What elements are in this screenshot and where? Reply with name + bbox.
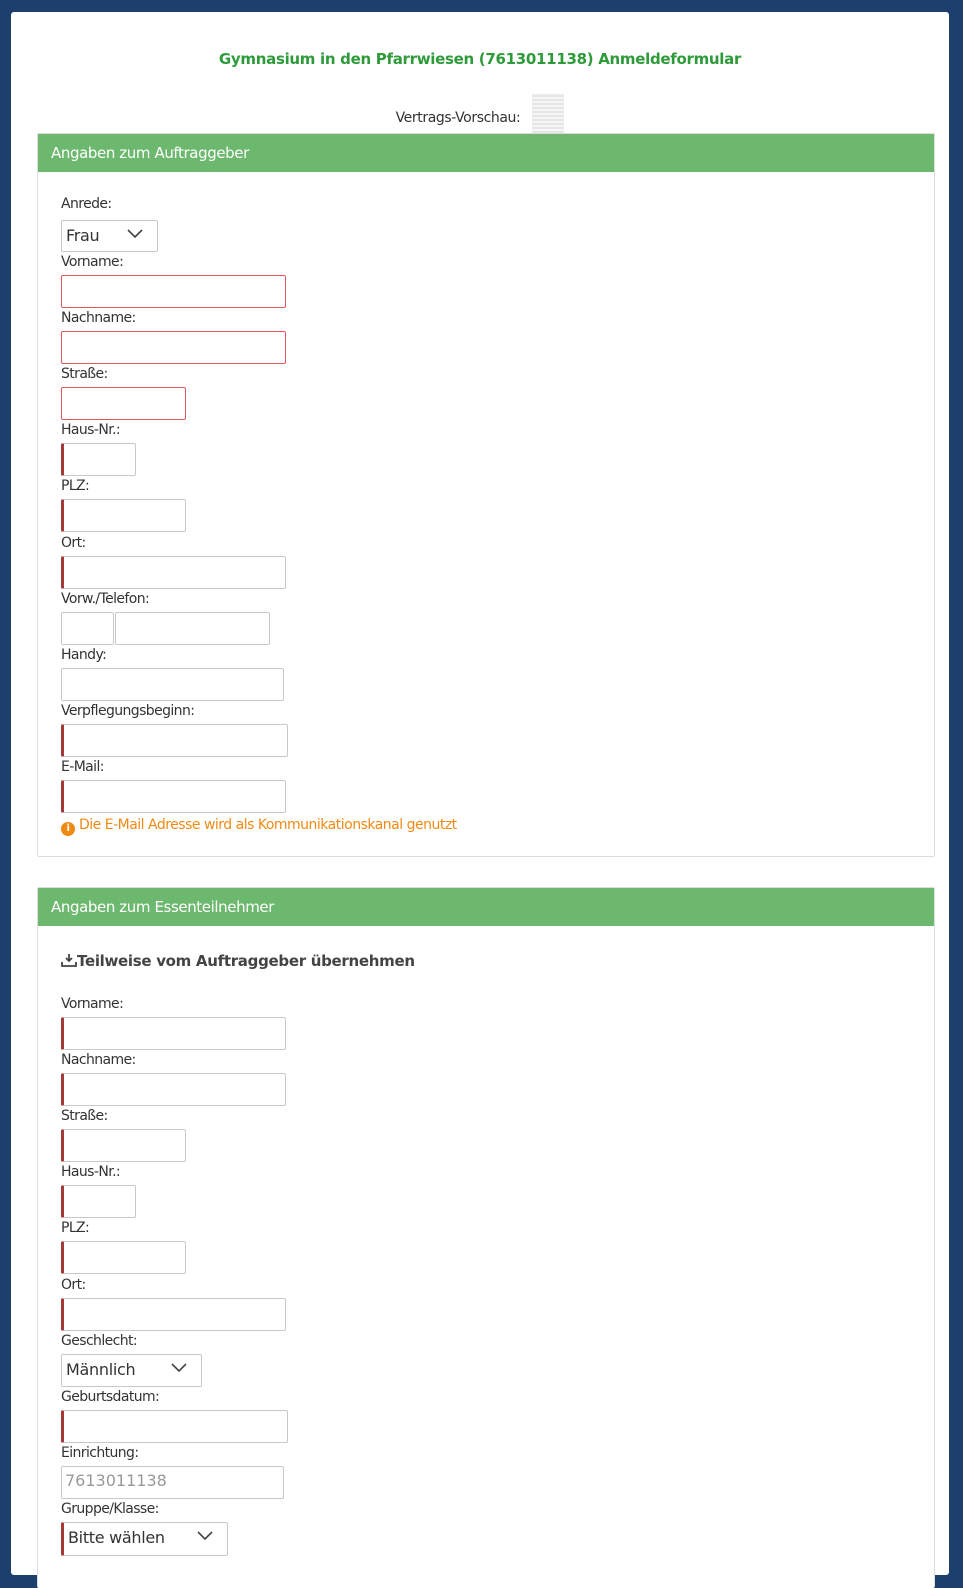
email-info-text: Die E-Mail Adresse wird als Kommunikatio… [79, 817, 457, 833]
document-thumbnail-icon[interactable] [532, 94, 565, 134]
hausnr-input[interactable] [61, 443, 136, 476]
chevron-down-icon [197, 1531, 213, 1541]
anrede-value: Frau [66, 226, 100, 245]
vorwahl-input[interactable] [61, 612, 114, 645]
vorname-label: Vorname: [61, 254, 124, 270]
email-label: E-Mail: [61, 759, 104, 775]
geschlecht-value: Männlich [66, 1360, 136, 1379]
einrichtung-label: Einrichtung: [61, 1445, 139, 1461]
telefon-label: Vorw./Telefon: [61, 591, 150, 607]
verpflegungsbeginn-input[interactable] [61, 724, 288, 757]
ort-input[interactable] [61, 556, 286, 589]
vorname-input[interactable] [61, 275, 286, 308]
p-strasse-label: Straße: [61, 1108, 108, 1124]
anrede-label: Anrede: [61, 196, 112, 212]
p-nachname-label: Nachname: [61, 1052, 136, 1068]
nachname-input[interactable] [61, 331, 286, 364]
plz-label: PLZ: [61, 478, 90, 494]
download-tray-icon [61, 954, 77, 967]
geschlecht-label: Geschlecht: [61, 1333, 138, 1349]
p-hausnr-input[interactable] [61, 1185, 136, 1218]
geburtsdatum-label: Geburtsdatum: [61, 1389, 160, 1405]
chevron-down-icon [127, 229, 143, 239]
p-nachname-input[interactable] [61, 1073, 286, 1106]
client-panel-heading: Angaben zum Auftraggeber [38, 134, 934, 172]
handy-label: Handy: [61, 647, 107, 663]
preview-label: Vertrags-Vorschau: [395, 110, 521, 126]
p-plz-input[interactable] [61, 1241, 186, 1274]
p-hausnr-label: Haus-Nr.: [61, 1164, 121, 1180]
gruppe-value: Bitte wählen [68, 1528, 165, 1547]
nachname-label: Nachname: [61, 310, 136, 326]
hausnr-label: Haus-Nr.: [61, 422, 121, 438]
copy-from-client-link[interactable]: Teilweise vom Auftraggeber übernehmen [61, 952, 415, 970]
anrede-select[interactable]: Frau [61, 220, 158, 252]
chevron-down-icon [171, 1363, 187, 1373]
info-circle-icon: i [61, 822, 75, 836]
handy-input[interactable] [61, 668, 284, 701]
gruppe-label: Gruppe/Klasse: [61, 1501, 159, 1517]
ort-label: Ort: [61, 535, 86, 551]
geschlecht-select[interactable]: Männlich [61, 1354, 202, 1387]
strasse-label: Straße: [61, 366, 108, 382]
p-vorname-input[interactable] [61, 1017, 286, 1050]
einrichtung-input: 7613011138 [61, 1466, 284, 1499]
email-input[interactable] [61, 780, 286, 813]
client-panel: Angaben zum Auftraggeber Anrede: Frau Vo… [37, 133, 935, 857]
participant-panel: Angaben zum Essenteilnehmer Teilweise vo… [37, 887, 935, 1588]
p-ort-label: Ort: [61, 1277, 86, 1293]
participant-panel-heading: Angaben zum Essenteilnehmer [38, 888, 934, 926]
p-plz-label: PLZ: [61, 1220, 90, 1236]
p-vorname-label: Vorname: [61, 996, 124, 1012]
plz-input[interactable] [61, 499, 186, 532]
email-info: i Die E-Mail Adresse wird als Kommunikati… [61, 817, 457, 836]
page-title: Gymnasium in den Pfarrwiesen (7613011138… [218, 50, 742, 68]
verpflegung-label: Verpflegungsbeginn: [61, 703, 195, 719]
telefon-input[interactable] [115, 612, 270, 645]
gruppe-select[interactable]: Bitte wählen [61, 1522, 228, 1556]
strasse-input[interactable] [61, 387, 186, 420]
p-ort-input[interactable] [61, 1298, 286, 1331]
contract-preview: Vertrags-Vorschau: [11, 94, 949, 138]
form-card: Gymnasium in den Pfarrwiesen (7613011138… [11, 12, 949, 1588]
p-strasse-input[interactable] [61, 1129, 186, 1162]
geburtsdatum-input[interactable] [61, 1410, 288, 1443]
copy-link-text: Teilweise vom Auftraggeber übernehmen [77, 952, 415, 970]
